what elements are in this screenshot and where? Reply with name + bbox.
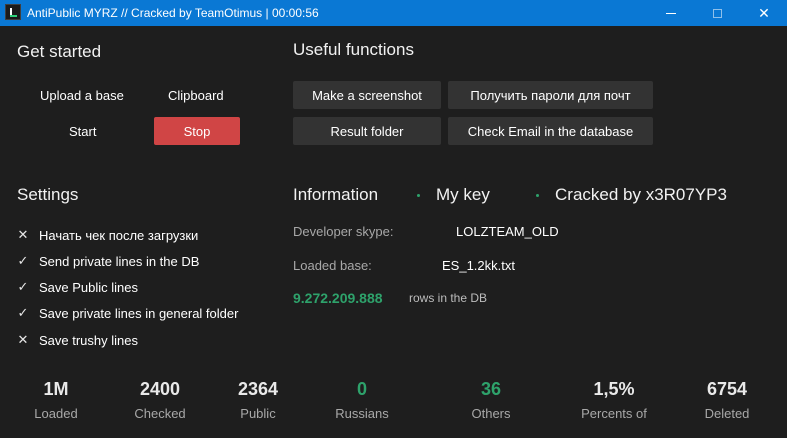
stat-value: 1M bbox=[43, 379, 69, 399]
separator-dot bbox=[536, 194, 539, 197]
setting-label: Save trushy lines bbox=[39, 332, 138, 348]
stat-value: 1,5% bbox=[593, 379, 635, 399]
setting-label: Save private lines in general folder bbox=[39, 305, 239, 321]
app-logo-icon bbox=[5, 4, 21, 20]
stat-caption: Russians bbox=[335, 406, 389, 421]
stop-button[interactable]: Stop bbox=[154, 117, 240, 145]
stat-value: 0 bbox=[356, 379, 367, 399]
setting-save-private-general-folder[interactable]: ✓ Save private lines in general folder bbox=[16, 304, 239, 322]
stat-percents: 1,5% Percents of bbox=[574, 378, 654, 421]
setting-label: Начать чек после загрузки bbox=[39, 227, 199, 243]
stat-caption: Deleted bbox=[704, 406, 750, 421]
stat-caption: Percents of bbox=[581, 406, 647, 421]
tab-my-key[interactable]: My key bbox=[436, 185, 490, 205]
stat-caption: Others bbox=[471, 406, 511, 421]
minimize-icon bbox=[666, 12, 676, 14]
close-icon: ✕ bbox=[758, 5, 770, 21]
checkmark-icon: ✓ bbox=[17, 279, 29, 294]
upload-base-button[interactable]: Upload a base bbox=[40, 88, 124, 103]
get-passwords-button[interactable]: Получить пароли для почт bbox=[448, 81, 653, 109]
stat-value: 6754 bbox=[706, 379, 748, 399]
developer-skype-value: LOLZTEAM_OLD bbox=[456, 224, 559, 239]
stat-value: 2400 bbox=[139, 379, 181, 399]
stat-others: 36 Others bbox=[460, 378, 522, 421]
start-button[interactable]: Start bbox=[69, 124, 96, 139]
setting-send-private-lines[interactable]: ✓ Send private lines in the DB bbox=[16, 252, 200, 270]
setting-label: Send private lines in the DB bbox=[39, 253, 200, 269]
rows-count: 9.272.209.888 bbox=[293, 290, 383, 306]
make-screenshot-button[interactable]: Make a screenshot bbox=[293, 81, 441, 109]
rows-count-suffix: rows in the DB bbox=[409, 291, 488, 305]
check-email-button[interactable]: Check Email in the database bbox=[448, 117, 653, 145]
stat-caption: Public bbox=[240, 406, 276, 421]
separator-dot bbox=[417, 194, 420, 197]
cross-icon: ✕ bbox=[17, 227, 29, 242]
developer-skype-label: Developer skype: bbox=[293, 224, 394, 239]
useful-functions-heading: Useful functions bbox=[293, 40, 414, 59]
setting-save-public-lines[interactable]: ✓ Save Public lines bbox=[16, 278, 138, 296]
stat-public: 2364 Public bbox=[226, 378, 290, 421]
loaded-base-label: Loaded base: bbox=[293, 258, 372, 273]
maximize-icon bbox=[712, 8, 722, 18]
setting-start-check-after-load[interactable]: ✕ Начать чек после загрузки bbox=[16, 226, 199, 244]
checkmark-icon: ✓ bbox=[17, 253, 29, 268]
stat-loaded: 1M Loaded bbox=[24, 378, 88, 421]
window-title: AntiPublic MYRZ // Cracked by TeamOtimus… bbox=[27, 6, 319, 20]
minimize-button[interactable] bbox=[648, 0, 694, 26]
close-button[interactable]: ✕ bbox=[741, 0, 787, 26]
stat-checked: 2400 Checked bbox=[126, 378, 194, 421]
setting-label: Save Public lines bbox=[39, 279, 138, 295]
checkmark-icon: ✓ bbox=[17, 305, 29, 320]
tab-cracked-by[interactable]: Cracked by x3R07YP3 bbox=[555, 185, 727, 205]
tab-information[interactable]: Information bbox=[293, 185, 378, 205]
cross-icon: ✕ bbox=[17, 332, 29, 347]
stat-value: 36 bbox=[480, 379, 502, 399]
stat-caption: Loaded bbox=[34, 406, 78, 421]
stat-value: 2364 bbox=[237, 379, 279, 399]
title-bar: AntiPublic MYRZ // Cracked by TeamOtimus… bbox=[0, 0, 787, 26]
settings-heading: Settings bbox=[17, 185, 79, 204]
get-started-heading: Get started bbox=[17, 42, 102, 61]
loaded-base-value: ES_1.2kk.txt bbox=[442, 258, 515, 273]
maximize-button[interactable] bbox=[694, 0, 740, 26]
stat-russians: 0 Russians bbox=[327, 378, 397, 421]
result-folder-button[interactable]: Result folder bbox=[293, 117, 441, 145]
clipboard-button[interactable]: Clipboard bbox=[168, 88, 224, 103]
stat-deleted: 6754 Deleted bbox=[694, 378, 760, 421]
stat-caption: Checked bbox=[134, 406, 186, 421]
setting-save-trushy-lines[interactable]: ✕ Save trushy lines bbox=[16, 331, 138, 349]
